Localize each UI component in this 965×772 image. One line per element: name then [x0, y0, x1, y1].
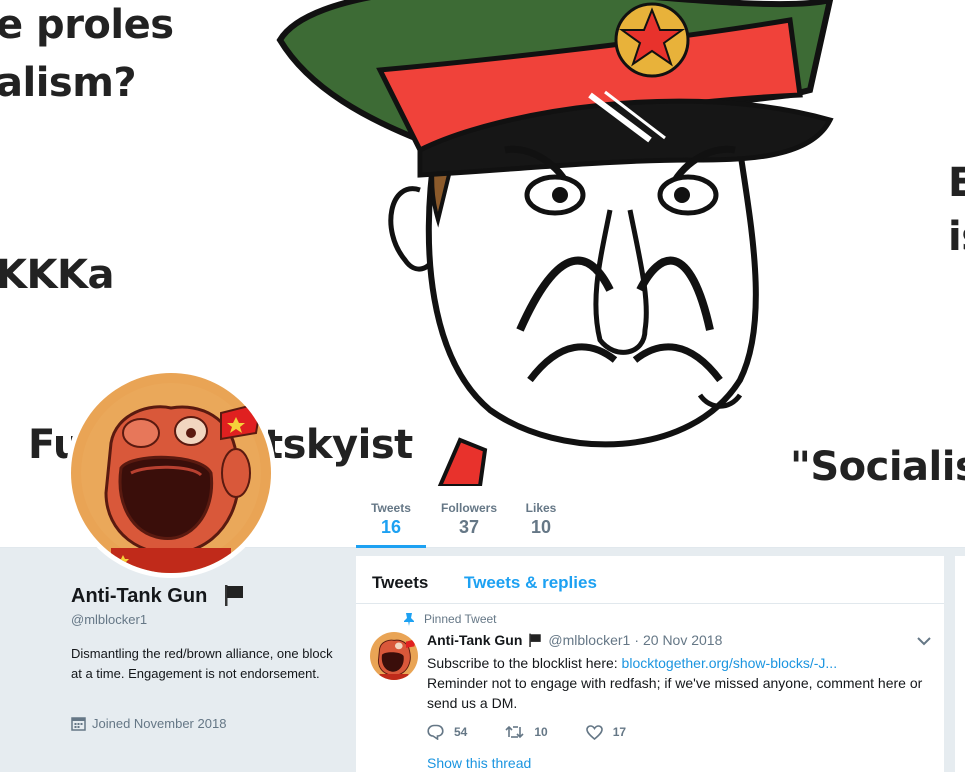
black-flag-icon [225, 585, 243, 606]
avatar-image [71, 373, 271, 573]
tab-tweets[interactable]: Tweets [372, 573, 428, 593]
nav-tweets-count: 16 [380, 517, 402, 537]
tweet-line1-prefix: Subscribe to the blocklist here: [427, 655, 622, 671]
profile-handle[interactable]: @mlblocker1 [71, 612, 147, 627]
angry-officer-cartoon [276, 0, 834, 486]
reply-count: 54 [454, 725, 468, 739]
nav-tweets-label: Tweets [371, 501, 411, 515]
nav-followers[interactable]: Followers 37 [434, 486, 504, 548]
tab-tweets-and-replies[interactable]: Tweets & replies [464, 573, 597, 593]
retweet-button[interactable]: 10 [505, 724, 548, 740]
pinned-tweet[interactable]: Pinned Tweet Anti-Tank Gun @mlblocker1 ·… [356, 604, 944, 772]
show-thread-link[interactable]: Show this thread [427, 755, 531, 771]
like-button[interactable]: 17 [585, 724, 627, 740]
heart-icon [585, 724, 603, 740]
nav-likes-count: 10 [530, 517, 552, 537]
profile-avatar[interactable] [66, 368, 276, 578]
nav-followers-label: Followers [440, 501, 497, 515]
tweet-line2: Reminder not to engage with redfash; if … [427, 675, 923, 711]
joined-text: Joined November 2018 [92, 716, 227, 731]
tweet-author-name[interactable]: Anti-Tank Gun [427, 632, 522, 648]
black-flag-icon [529, 633, 542, 647]
tweet-text: Subscribe to the blocklist here: blockto… [427, 653, 932, 713]
nav-tweets[interactable]: Tweets 16 [356, 486, 426, 548]
banner-text-1: e proles [0, 2, 174, 48]
pinned-text: Pinned Tweet [424, 612, 497, 626]
retweet-count: 10 [534, 725, 548, 739]
like-count: 17 [612, 725, 627, 739]
timeline-panel: Tweets Tweets & replies Pinned Tweet Ant… [356, 556, 944, 772]
tweet-avatar[interactable] [370, 632, 418, 680]
banner-text-3: KKKa [0, 252, 114, 298]
joined-date: Joined November 2018 [71, 716, 226, 731]
reply-icon [427, 724, 444, 740]
calendar-icon [71, 717, 86, 731]
timeline-tabs: Tweets Tweets & replies [356, 556, 944, 604]
profile-bio: Dismantling the red/brown alliance, one … [71, 646, 333, 681]
tweet-link[interactable]: blocktogether.org/show-blocks/-J... [622, 655, 838, 671]
banner-text-2: alism? [0, 60, 137, 106]
banner-text-7: is [948, 214, 965, 260]
nav-likes[interactable]: Likes 10 [516, 486, 566, 548]
tweet-separator: · [634, 632, 639, 648]
nav-likes-label: Likes [525, 501, 557, 515]
chevron-down-icon[interactable] [917, 636, 931, 646]
tweet-date[interactable]: 20 Nov 2018 [643, 632, 722, 648]
profile-card: Anti-Tank Gun @mlblocker1 Dismantling th… [0, 548, 356, 772]
nav-followers-count: 37 [458, 517, 480, 537]
tweet-header: Anti-Tank Gun @mlblocker1 · 20 Nov 2018 [427, 632, 722, 648]
retweet-icon [505, 725, 524, 739]
tweet-author-handle[interactable]: @mlblocker1 [548, 632, 630, 648]
profile-name[interactable]: Anti-Tank Gun [71, 585, 207, 608]
banner-text-6: E [948, 160, 965, 206]
tweet-avatar-image [370, 632, 418, 680]
reply-button[interactable]: 54 [427, 724, 467, 740]
pin-icon [404, 612, 414, 626]
pinned-label: Pinned Tweet [404, 612, 497, 626]
tweet-actions: 54 10 17 [427, 724, 664, 740]
right-panel-edge [955, 556, 965, 772]
